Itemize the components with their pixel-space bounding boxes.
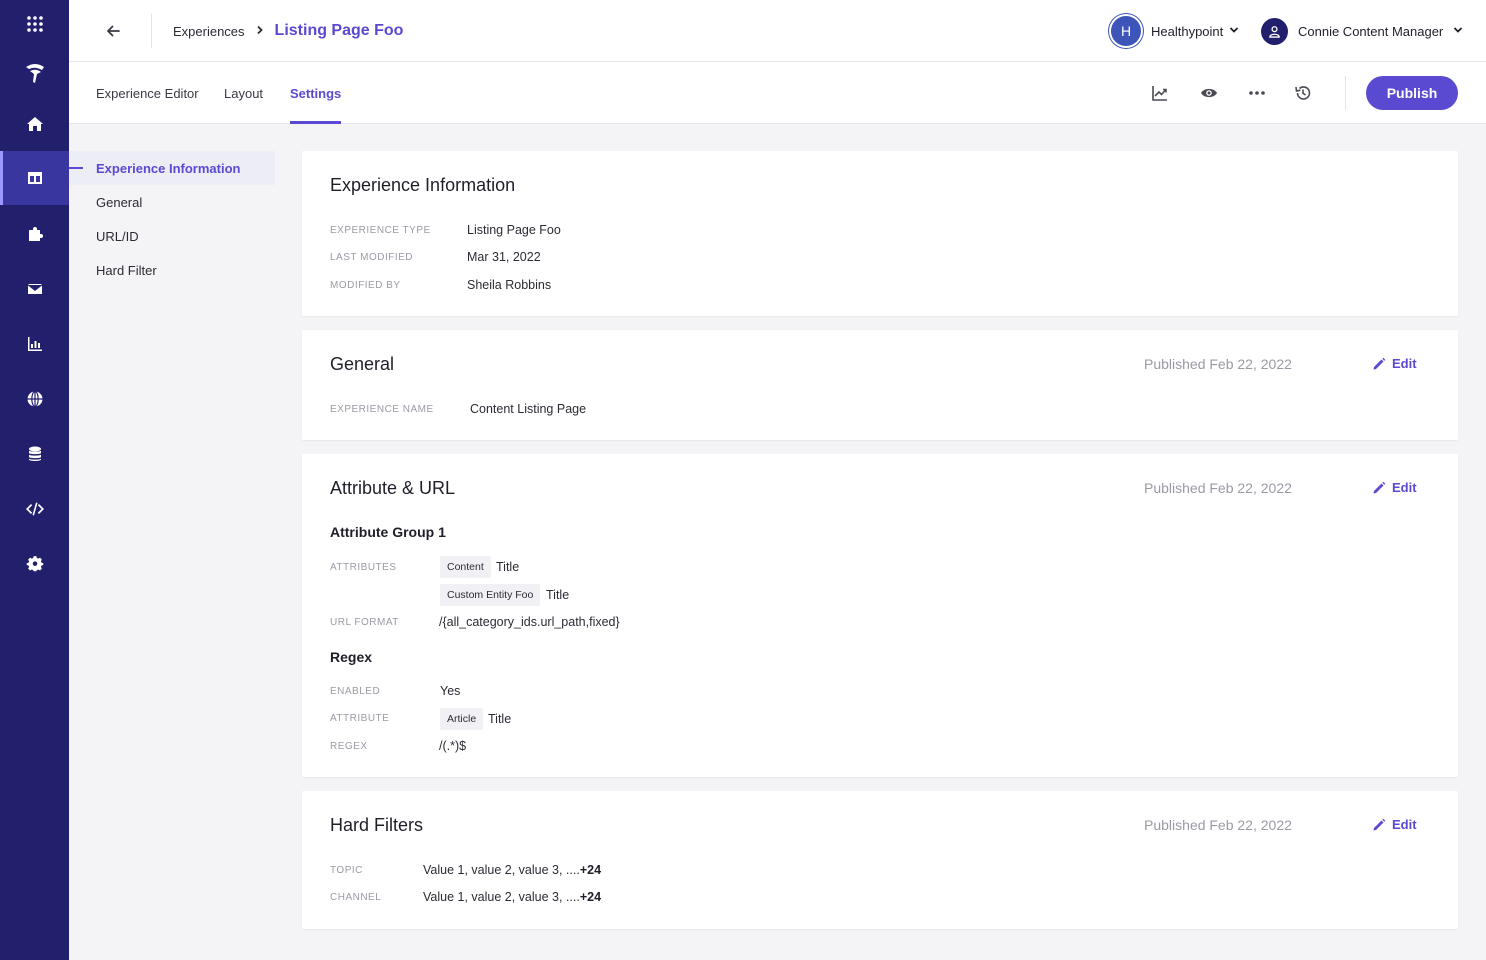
pencil-icon bbox=[1373, 481, 1386, 493]
filter-values: Value 1, value 2, value 3, ....+24 bbox=[423, 890, 601, 904]
edit-button[interactable]: Edit bbox=[1372, 480, 1417, 495]
preview-eye-icon[interactable] bbox=[1196, 80, 1222, 106]
hard-filters-card: Hard Filters Published Feb 22, 2022 Edit… bbox=[302, 791, 1458, 929]
org-switcher[interactable]: H Healthypoint bbox=[1111, 14, 1239, 48]
field-label: CHANNEL bbox=[330, 892, 382, 903]
apps-grid-icon[interactable] bbox=[0, 0, 69, 48]
field-value: Title bbox=[496, 560, 520, 574]
field-value: Content Listing Page bbox=[470, 402, 587, 416]
code-icon[interactable] bbox=[0, 482, 69, 536]
field-label: MODIFIED BY bbox=[330, 280, 401, 291]
top-bar: Experiences Listing Page Foo H Healthypo… bbox=[69, 0, 1486, 62]
breadcrumb-experiences-link[interactable]: Experiences bbox=[173, 24, 245, 39]
analytics-icon[interactable] bbox=[0, 317, 69, 371]
field-value: Yes bbox=[440, 684, 461, 698]
brand-logo-icon[interactable] bbox=[0, 46, 69, 100]
sidenav-item-general[interactable]: General bbox=[69, 185, 275, 219]
sidenav-item-hard-filter[interactable]: Hard Filter bbox=[69, 253, 275, 287]
publish-button[interactable]: Publish bbox=[1366, 76, 1458, 110]
edit-label: Edit bbox=[1392, 817, 1417, 832]
filter-values-text: Value 1, value 2, value 3, .... bbox=[423, 890, 580, 904]
analytics-trend-icon[interactable] bbox=[1147, 80, 1173, 106]
experiences-icon[interactable] bbox=[0, 151, 69, 205]
attribute-chip: Content bbox=[440, 556, 491, 578]
field-label: URL FORMAT bbox=[330, 617, 399, 628]
org-name: Healthypoint bbox=[1151, 23, 1224, 39]
regex-value: /(.*)$ bbox=[439, 739, 467, 753]
divider bbox=[151, 14, 152, 48]
field-value: Listing Page Foo bbox=[467, 223, 561, 237]
field-value: Title bbox=[546, 588, 570, 602]
edit-label: Edit bbox=[1392, 480, 1417, 495]
puzzle-icon[interactable] bbox=[0, 207, 69, 261]
field-label: ATTRIBUTE bbox=[330, 713, 390, 724]
breadcrumb: Experiences Listing Page Foo bbox=[173, 0, 403, 62]
back-arrow-icon[interactable] bbox=[99, 19, 127, 43]
edit-button[interactable]: Edit bbox=[1372, 356, 1417, 371]
filter-values: Value 1, value 2, value 3, ....+24 bbox=[423, 863, 601, 877]
pencil-icon bbox=[1373, 357, 1386, 369]
chevron-down-icon bbox=[1229, 22, 1239, 40]
database-icon[interactable] bbox=[0, 427, 69, 481]
gear-icon[interactable] bbox=[0, 537, 69, 591]
user-menu[interactable]: Connie Content Manager bbox=[1261, 14, 1463, 48]
tab-bar: Experience Editor Layout Settings Publis… bbox=[69, 62, 1486, 124]
filter-values-text: Value 1, value 2, value 3, .... bbox=[423, 863, 580, 877]
history-icon[interactable] bbox=[1290, 80, 1316, 106]
attribute-chip: Article bbox=[440, 708, 484, 730]
more-count[interactable]: +24 bbox=[580, 890, 601, 904]
card-title: Hard Filters bbox=[330, 815, 424, 835]
experience-information-card: Experience Information EXPERIENCE TYPE L… bbox=[302, 151, 1458, 316]
chevron-down-icon bbox=[1453, 22, 1463, 40]
home-icon[interactable] bbox=[0, 97, 69, 151]
page-title: Listing Page Foo bbox=[274, 22, 404, 39]
chevron-right-icon bbox=[255, 22, 265, 40]
sidenav-item-url-id[interactable]: URL/ID bbox=[69, 219, 275, 253]
tab-layout[interactable]: Layout bbox=[224, 62, 263, 124]
attribute-url-card: Attribute & URL Published Feb 22, 2022 E… bbox=[302, 454, 1458, 777]
edit-button[interactable]: Edit bbox=[1372, 817, 1417, 832]
tab-settings[interactable]: Settings bbox=[290, 62, 342, 124]
globe-icon[interactable] bbox=[0, 372, 69, 426]
pencil-icon bbox=[1373, 818, 1386, 830]
general-card: General Published Feb 22, 2022 Edit EXPE… bbox=[302, 330, 1458, 440]
url-format-value: /{all_category_ids.url_path,fixed} bbox=[439, 615, 620, 629]
field-label: TOPIC bbox=[330, 865, 363, 876]
field-label: REGEX bbox=[330, 741, 368, 752]
org-avatar: H bbox=[1111, 16, 1141, 46]
field-label: EXPERIENCE NAME bbox=[330, 404, 434, 415]
field-value: Mar 31, 2022 bbox=[467, 250, 541, 264]
mail-icon[interactable] bbox=[0, 262, 69, 316]
attribute-group-title: Attribute Group 1 bbox=[330, 524, 446, 540]
card-title: Attribute & URL bbox=[330, 478, 456, 498]
user-icon bbox=[1261, 17, 1288, 45]
tab-experience-editor[interactable]: Experience Editor bbox=[96, 62, 199, 124]
status-text: Published Feb 22, 2022 bbox=[1144, 480, 1292, 496]
edit-label: Edit bbox=[1392, 356, 1417, 371]
card-title: General bbox=[330, 354, 395, 374]
field-label: ATTRIBUTES bbox=[330, 562, 397, 573]
field-label: EXPERIENCE TYPE bbox=[330, 225, 431, 236]
more-count[interactable]: +24 bbox=[580, 863, 601, 877]
field-label: ENABLED bbox=[330, 686, 381, 697]
field-value: Sheila Robbins bbox=[467, 278, 552, 292]
status-text: Published Feb 22, 2022 bbox=[1144, 356, 1292, 372]
user-name: Connie Content Manager bbox=[1298, 23, 1444, 39]
settings-sidenav: Experience Information General URL/ID Ha… bbox=[69, 151, 275, 287]
regex-title: Regex bbox=[330, 649, 373, 665]
status-text: Published Feb 22, 2022 bbox=[1144, 817, 1292, 833]
more-dots-icon[interactable] bbox=[1244, 80, 1270, 106]
card-title: Experience Information bbox=[330, 175, 516, 195]
field-label: LAST MODIFIED bbox=[330, 252, 413, 263]
divider bbox=[1345, 76, 1346, 110]
left-rail bbox=[0, 0, 69, 960]
field-value: Title bbox=[488, 712, 512, 726]
sidenav-item-experience-information[interactable]: Experience Information bbox=[69, 151, 275, 185]
attribute-chip: Custom Entity Foo bbox=[440, 584, 541, 606]
